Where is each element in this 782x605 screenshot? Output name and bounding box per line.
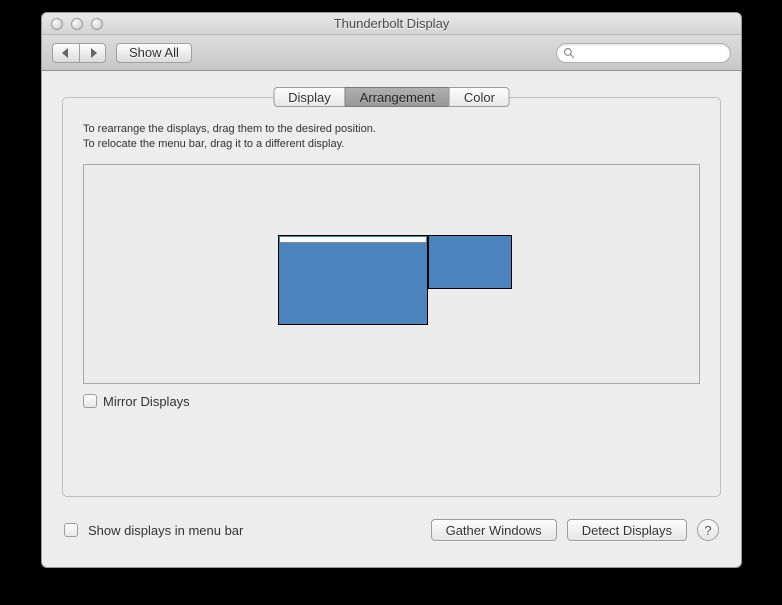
window-title: Thunderbolt Display xyxy=(42,16,741,31)
preferences-window: Thunderbolt Display Show All Display xyxy=(41,12,742,568)
help-icon: ? xyxy=(704,523,711,538)
search-field[interactable] xyxy=(556,43,731,63)
tab-label: Color xyxy=(464,90,495,105)
forward-button[interactable] xyxy=(79,43,106,63)
instruction-line: To rearrange the displays, drag them to … xyxy=(83,122,700,137)
toolbar: Show All xyxy=(42,35,741,71)
help-button[interactable]: ? xyxy=(697,519,719,541)
titlebar: Thunderbolt Display xyxy=(42,13,741,35)
mirror-displays-row: Mirror Displays xyxy=(83,394,700,409)
button-label: Detect Displays xyxy=(582,523,672,538)
search-input[interactable] xyxy=(579,45,738,61)
tab-label: Display xyxy=(288,90,331,105)
display-secondary[interactable] xyxy=(428,235,512,289)
gather-windows-button[interactable]: Gather Windows xyxy=(431,519,557,541)
mirror-displays-label: Mirror Displays xyxy=(103,394,190,409)
arrangement-panel: To rearrange the displays, drag them to … xyxy=(62,97,721,497)
nav-buttons xyxy=(52,43,106,63)
show-all-label: Show All xyxy=(129,45,179,60)
detect-displays-button[interactable]: Detect Displays xyxy=(567,519,687,541)
tab-bar: Display Arrangement Color xyxy=(273,87,510,107)
chevron-left-icon xyxy=(62,48,70,58)
close-window-button[interactable] xyxy=(51,18,63,30)
tab-arrangement[interactable]: Arrangement xyxy=(345,87,450,107)
instructions: To rearrange the displays, drag them to … xyxy=(83,122,700,152)
menu-bar-strip[interactable] xyxy=(280,237,426,243)
back-button[interactable] xyxy=(52,43,79,63)
show-in-menubar-label: Show displays in menu bar xyxy=(88,523,243,538)
tab-color[interactable]: Color xyxy=(449,87,510,107)
chevron-right-icon xyxy=(89,48,97,58)
show-in-menubar-checkbox[interactable] xyxy=(64,523,78,537)
minimize-window-button[interactable] xyxy=(71,18,83,30)
footer-row: Show displays in menu bar Gather Windows… xyxy=(64,519,719,541)
display-primary[interactable] xyxy=(278,235,428,325)
zoom-window-button[interactable] xyxy=(91,18,103,30)
window-controls xyxy=(42,18,103,30)
tab-label: Arrangement xyxy=(360,90,435,105)
mirror-displays-checkbox[interactable] xyxy=(83,394,97,408)
content-area: Display Arrangement Color To rearrange t… xyxy=(42,71,741,567)
show-all-button[interactable]: Show All xyxy=(116,43,192,63)
arrangement-area[interactable] xyxy=(83,164,700,384)
button-label: Gather Windows xyxy=(446,523,542,538)
search-icon xyxy=(563,47,575,59)
instruction-line: To relocate the menu bar, drag it to a d… xyxy=(83,137,700,152)
tab-display[interactable]: Display xyxy=(273,87,346,107)
